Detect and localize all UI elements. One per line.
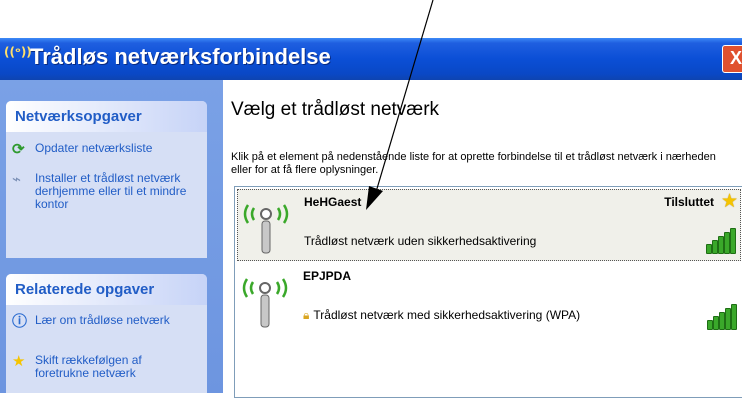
setup-home-network-label: Installer et trådløst netværk derhjemme … — [35, 171, 187, 211]
network-security-status: Trådløst netværk med sikkerhedsaktiverin… — [313, 308, 581, 322]
title-bar[interactable]: ((ᵒ)) Trådløs netværksforbindelse X — [0, 38, 742, 80]
learn-wireless-link[interactable]: ⓘ Lær om trådløse netværk — [6, 313, 207, 330]
refresh-network-list-link[interactable]: ⟳ Opdater netværksliste — [6, 141, 207, 158]
network-tasks-panel: Netværksopgaver ⟳ Opdater netværksliste … — [6, 101, 207, 258]
wireless-network-icon — [243, 204, 289, 254]
wireless-icon: ((ᵒ)) — [4, 45, 32, 59]
main-content: Vælg et trådløst netværk Klik på et elem… — [223, 80, 742, 398]
network-name: EPJPDA — [303, 269, 352, 283]
learn-wireless-label: Lær om trådløse netværk — [35, 313, 170, 327]
refresh-icon: ⟳ — [12, 141, 25, 158]
change-order-link[interactable]: ★ Skift rækkefølgen af foretrukne netvær… — [6, 354, 185, 380]
setup-home-network-link[interactable]: ⌁ Installer et trådløst netværk derhjemm… — [6, 172, 195, 211]
star-icon: ★ — [12, 353, 26, 370]
lock-icon: 🔒︎ — [303, 308, 310, 322]
setup-wizard-icon: ⌁ — [12, 171, 22, 188]
related-tasks-panel: Relaterede opgaver ⓘ Lær om trådløse net… — [6, 274, 207, 393]
network-list[interactable]: HeHGaest Tilsluttet ★ Trådløst netværk u… — [234, 186, 742, 398]
task-pane: Netværksopgaver ⟳ Opdater netværksliste … — [0, 80, 223, 393]
info-icon: ⓘ — [12, 313, 28, 330]
network-item-epjpda[interactable]: EPJPDA 🔒︎ Trådløst netværk med sikkerheds… — [237, 264, 741, 336]
close-button[interactable]: X — [722, 45, 742, 73]
network-security-status-row: 🔒︎ Trådløst netværk med sikkerhedsaktiver… — [303, 308, 580, 323]
preferred-star-icon: ★ — [720, 190, 738, 212]
instructions-text: Klik på et element på nedenstående liste… — [231, 151, 716, 176]
page-title: Vælg et trådløst netværk — [231, 99, 440, 120]
network-security-status: Trådløst netværk uden sikkerhedsaktiveri… — [304, 234, 537, 248]
network-name: HeHGaest — [304, 195, 362, 209]
signal-strength-icon — [707, 304, 737, 330]
network-tasks-header[interactable]: Netværksopgaver — [6, 101, 207, 132]
change-order-label: Skift rækkefølgen af foretrukne netværk — [35, 353, 142, 380]
wireless-network-icon — [242, 278, 288, 328]
connection-status: Tilsluttet — [664, 195, 714, 209]
network-item-hehgaest[interactable]: HeHGaest Tilsluttet ★ Trådløst netværk u… — [237, 189, 741, 261]
refresh-network-list-label: Opdater netværksliste — [35, 141, 153, 155]
window-title: Trådløs netværksforbindelse — [30, 44, 331, 69]
related-tasks-header[interactable]: Relaterede opgaver — [6, 274, 207, 305]
signal-strength-icon — [706, 228, 736, 254]
